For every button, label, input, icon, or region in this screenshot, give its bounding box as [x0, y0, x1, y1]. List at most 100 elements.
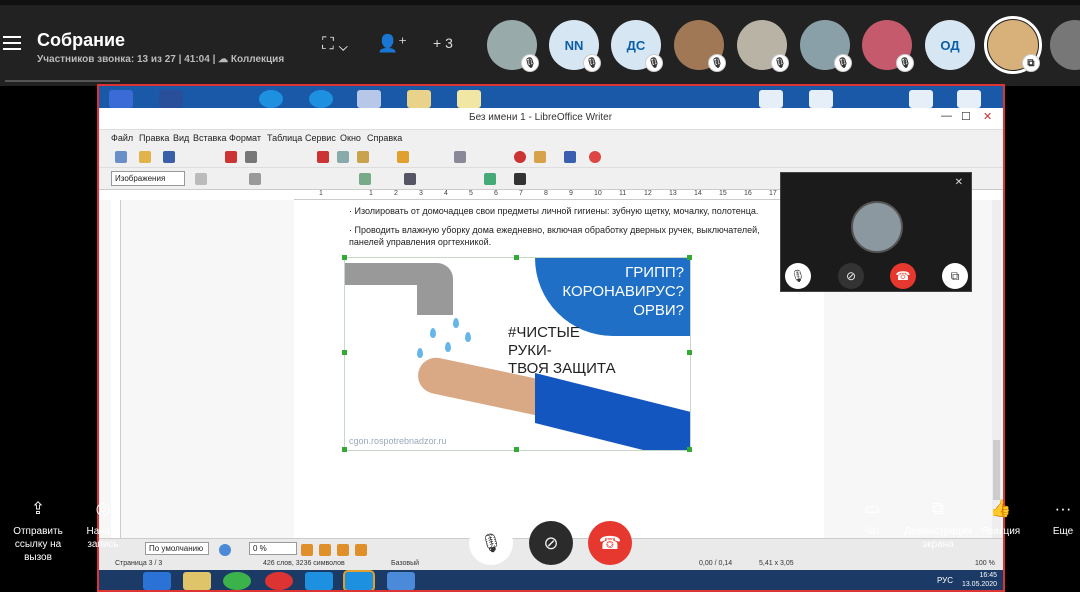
arrange-icon[interactable]: [484, 173, 496, 185]
wrap-icon[interactable]: [195, 173, 207, 185]
find-icon[interactable]: [454, 151, 466, 163]
writer-icon[interactable]: [387, 572, 415, 590]
desktop-folder-icon[interactable]: [407, 90, 431, 108]
cut-icon[interactable]: [317, 151, 329, 163]
arrow-tool-icon[interactable]: [301, 544, 313, 556]
copy-icon[interactable]: [337, 151, 349, 163]
new-doc-icon[interactable]: [115, 151, 127, 163]
selection-handle[interactable]: [514, 447, 519, 452]
opera-icon[interactable]: [265, 572, 293, 590]
selection-handle[interactable]: [687, 447, 692, 452]
participant-avatar[interactable]: 🎙: [737, 20, 789, 72]
desktop-document-icon[interactable]: [957, 90, 981, 108]
skype-icon[interactable]: [305, 572, 333, 590]
help-icon[interactable]: [589, 151, 601, 163]
participant-avatar[interactable]: ДС 🎙: [611, 20, 663, 72]
hangup-button[interactable]: ☎: [588, 521, 632, 565]
explorer-icon[interactable]: [183, 572, 211, 590]
menu-help[interactable]: Справка: [367, 133, 402, 143]
menu-file[interactable]: Файл: [111, 133, 133, 143]
pdf-icon[interactable]: [225, 151, 237, 163]
share-link-action[interactable]: ⇪ Отправить ссылку на вызов: [6, 500, 70, 564]
selection-handle[interactable]: [342, 447, 347, 452]
react-action[interactable]: 👍 Реакция: [978, 500, 1024, 538]
participant-avatar-selected[interactable]: ⧉: [984, 16, 1042, 74]
participant-avatar[interactable]: 🎙: [487, 20, 539, 72]
layout-switch-icon[interactable]: ⛶ ⌄: [322, 34, 348, 54]
desktop-document-icon[interactable]: [909, 90, 933, 108]
gallery-icon[interactable]: [534, 151, 546, 163]
menu-icon[interactable]: [3, 36, 21, 52]
skype-icon[interactable]: [343, 570, 375, 590]
desktop-settings-icon[interactable]: [159, 90, 183, 108]
desktop-document-icon[interactable]: [809, 90, 833, 108]
selection-handle[interactable]: [514, 255, 519, 260]
more-participants-button[interactable]: + 3: [433, 35, 453, 51]
border-icon[interactable]: [404, 173, 416, 185]
menu-edit[interactable]: Правка: [139, 133, 169, 143]
ruler-tick: 10: [594, 190, 602, 197]
chrome-icon[interactable]: [223, 572, 251, 590]
desktop-computer-icon[interactable]: [109, 90, 133, 108]
undo-icon[interactable]: [397, 151, 409, 163]
close-icon[interactable]: ✕: [955, 177, 963, 188]
participant-avatar[interactable]: NN 🎙: [549, 20, 601, 72]
chat-action[interactable]: ▭ Чат: [854, 500, 890, 538]
desktop-skype-icon[interactable]: [309, 90, 333, 108]
open-icon[interactable]: [139, 151, 151, 163]
screen-share-action[interactable]: ⧉ Демонстрация экрана: [900, 500, 976, 551]
input-language[interactable]: РУС: [937, 576, 953, 585]
selection-handle[interactable]: [687, 350, 692, 355]
selection-handle[interactable]: [687, 255, 692, 260]
participant-avatar[interactable]: 🎙: [862, 20, 914, 72]
color-icon[interactable]: [219, 544, 231, 556]
print-icon[interactable]: [245, 151, 257, 163]
maximize-icon[interactable]: ☐: [961, 110, 971, 123]
menu-window[interactable]: Окно: [340, 133, 361, 143]
ie-icon[interactable]: [143, 572, 171, 590]
participant-avatar[interactable]: ОД: [925, 20, 975, 70]
menu-format[interactable]: Формат: [229, 133, 261, 143]
desktop-skype-icon[interactable]: [259, 90, 283, 108]
more-action[interactable]: ··· Еще: [1046, 500, 1080, 538]
arrow-tool-icon[interactable]: [337, 544, 349, 556]
selection-handle[interactable]: [342, 255, 347, 260]
spellcheck-icon[interactable]: [514, 151, 526, 163]
participant-avatar[interactable]: [1050, 20, 1080, 70]
expand-icon[interactable]: ⧉: [942, 263, 968, 289]
video-toggle-button[interactable]: ⊘: [529, 521, 573, 565]
save-icon[interactable]: [163, 151, 175, 163]
hangup-icon[interactable]: ☎: [890, 263, 916, 289]
participant-avatar[interactable]: 🎙: [674, 20, 726, 72]
participant-avatar[interactable]: 🎙: [800, 20, 852, 72]
mic-icon[interactable]: 🎙: [785, 263, 811, 289]
selection-handle[interactable]: [342, 350, 347, 355]
close-icon[interactable]: ✕: [983, 110, 992, 123]
menu-view[interactable]: Вид: [173, 133, 189, 143]
arrow-tool-icon[interactable]: [355, 544, 367, 556]
desktop-mail-icon[interactable]: [357, 90, 381, 108]
menu-insert[interactable]: Вставка: [193, 133, 226, 143]
transparency-field[interactable]: 0 %: [249, 542, 297, 555]
formatting-marks-icon[interactable]: [564, 151, 576, 163]
mic-icon: 🎙: [479, 532, 503, 553]
self-preview[interactable]: ✕ 🎙 ⊘ ☎ ⧉: [780, 172, 972, 292]
minimize-icon[interactable]: —: [941, 110, 952, 122]
video-off-icon[interactable]: ⊘: [838, 263, 864, 289]
add-participant-icon[interactable]: 👤⁺: [377, 34, 407, 54]
paragraph-style-select[interactable]: Изображения: [111, 171, 185, 186]
record-action[interactable]: ◎ Начать запись: [80, 500, 126, 551]
anchor-icon[interactable]: [514, 173, 526, 185]
crop-icon[interactable]: [359, 173, 371, 185]
arrow-tool-icon[interactable]: [319, 544, 331, 556]
menu-table[interactable]: Таблица: [267, 133, 302, 143]
scroll-thumb[interactable]: [993, 440, 1000, 500]
selected-image[interactable]: ГРИПП? КОРОНАВИРУС? ОРВИ? #ЧИСТЫЕ РУКИ- …: [344, 257, 691, 451]
desktop-document-icon[interactable]: [759, 90, 783, 108]
default-style-select[interactable]: По умолчанию: [145, 542, 209, 555]
paste-icon[interactable]: [357, 151, 369, 163]
mic-button[interactable]: 🎙: [469, 521, 513, 565]
menu-tools[interactable]: Сервис: [305, 133, 336, 143]
desktop-folder-icon[interactable]: [457, 90, 481, 108]
align-left-icon[interactable]: [249, 173, 261, 185]
